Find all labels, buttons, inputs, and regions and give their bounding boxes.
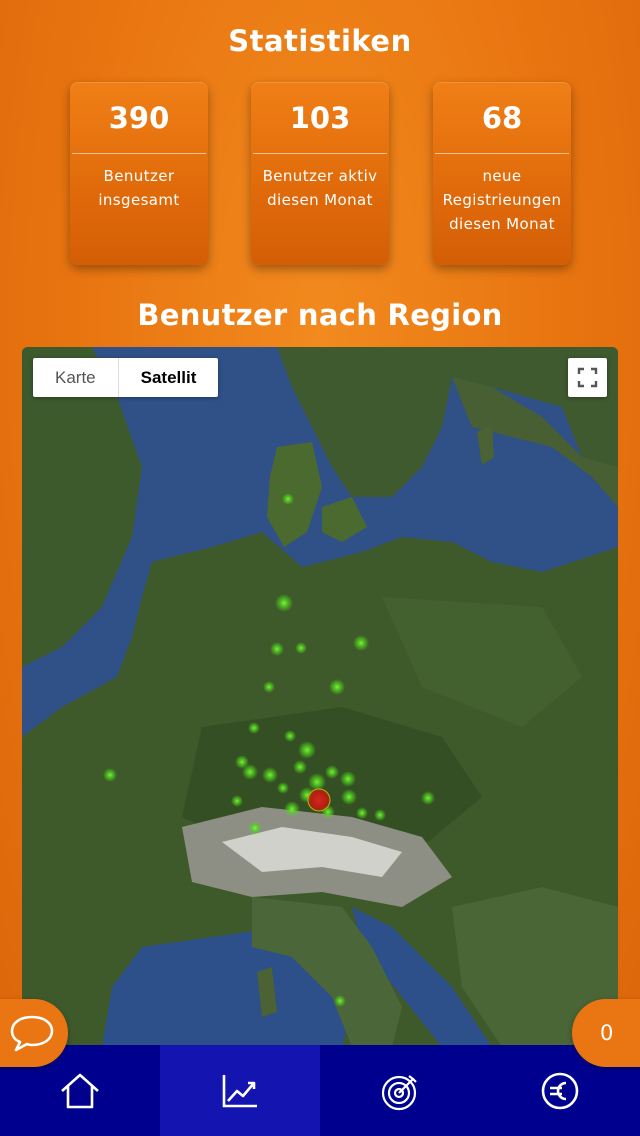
chart-icon: [222, 1074, 257, 1107]
user-marker: [329, 679, 345, 695]
stat-value: 68: [435, 82, 569, 154]
user-marker: [248, 722, 260, 734]
euro-icon: [541, 1072, 579, 1109]
user-marker: [277, 782, 289, 794]
user-marker: [262, 767, 278, 783]
user-marker: [275, 594, 293, 612]
user-marker: [325, 765, 339, 779]
user-marker: [340, 771, 356, 787]
user-marker: [103, 768, 117, 782]
bottom-navigation: [0, 1045, 640, 1136]
stat-value: 390: [72, 82, 206, 154]
chat-button[interactable]: [0, 999, 68, 1067]
fullscreen-icon: [577, 367, 598, 388]
stat-card-new-registrations: 68 neue Registrieungen diesen Monat: [433, 82, 571, 265]
user-marker: [270, 642, 284, 656]
stat-card-users-active: 103 Benutzer aktiv diesen Monat: [251, 82, 389, 265]
stat-label: Benutzer insgesamt: [98, 167, 180, 209]
user-marker: [298, 741, 316, 759]
map-type-satellit[interactable]: Satellit: [117, 358, 219, 397]
stat-card-users-total: 390 Benutzer insgesamt: [70, 82, 208, 265]
region-title: Benutzer nach Region: [137, 298, 503, 332]
user-marker: [421, 791, 435, 805]
stat-value: 103: [253, 82, 387, 154]
fullscreen-button[interactable]: [568, 358, 607, 397]
map-type-karte[interactable]: Karte: [33, 358, 118, 397]
user-marker: [282, 493, 294, 505]
map-type-toggle[interactable]: Karte Satellit: [33, 358, 219, 397]
user-marker: [374, 809, 386, 821]
user-marker: [341, 789, 357, 805]
user-marker: [293, 760, 307, 774]
user-marker: [231, 795, 243, 807]
home-icon: [61, 1073, 99, 1108]
nav-targets[interactable]: [320, 1045, 480, 1136]
notification-count-badge[interactable]: 0: [572, 999, 640, 1067]
page-title: Statistiken: [228, 24, 412, 58]
region-map[interactable]: Karte Satellit: [22, 347, 618, 1047]
stat-label: Benutzer aktiv diesen Monat: [262, 167, 378, 209]
user-marker: [248, 821, 262, 835]
user-marker: [356, 807, 368, 819]
user-marker: [284, 801, 300, 817]
nav-statistics[interactable]: [160, 1045, 320, 1136]
marker-layer: [103, 493, 435, 1007]
hotspot-marker: [307, 788, 331, 812]
user-markers: [103, 493, 435, 1007]
user-marker: [295, 642, 307, 654]
user-marker: [284, 730, 296, 742]
user-marker: [353, 635, 369, 651]
stat-label: neue Registrieungen diesen Monat: [442, 167, 562, 233]
target-icon: [381, 1074, 417, 1110]
user-marker: [263, 681, 275, 693]
user-marker: [242, 764, 258, 780]
user-marker: [334, 995, 346, 1007]
speech-bubble-icon: [10, 1015, 54, 1052]
